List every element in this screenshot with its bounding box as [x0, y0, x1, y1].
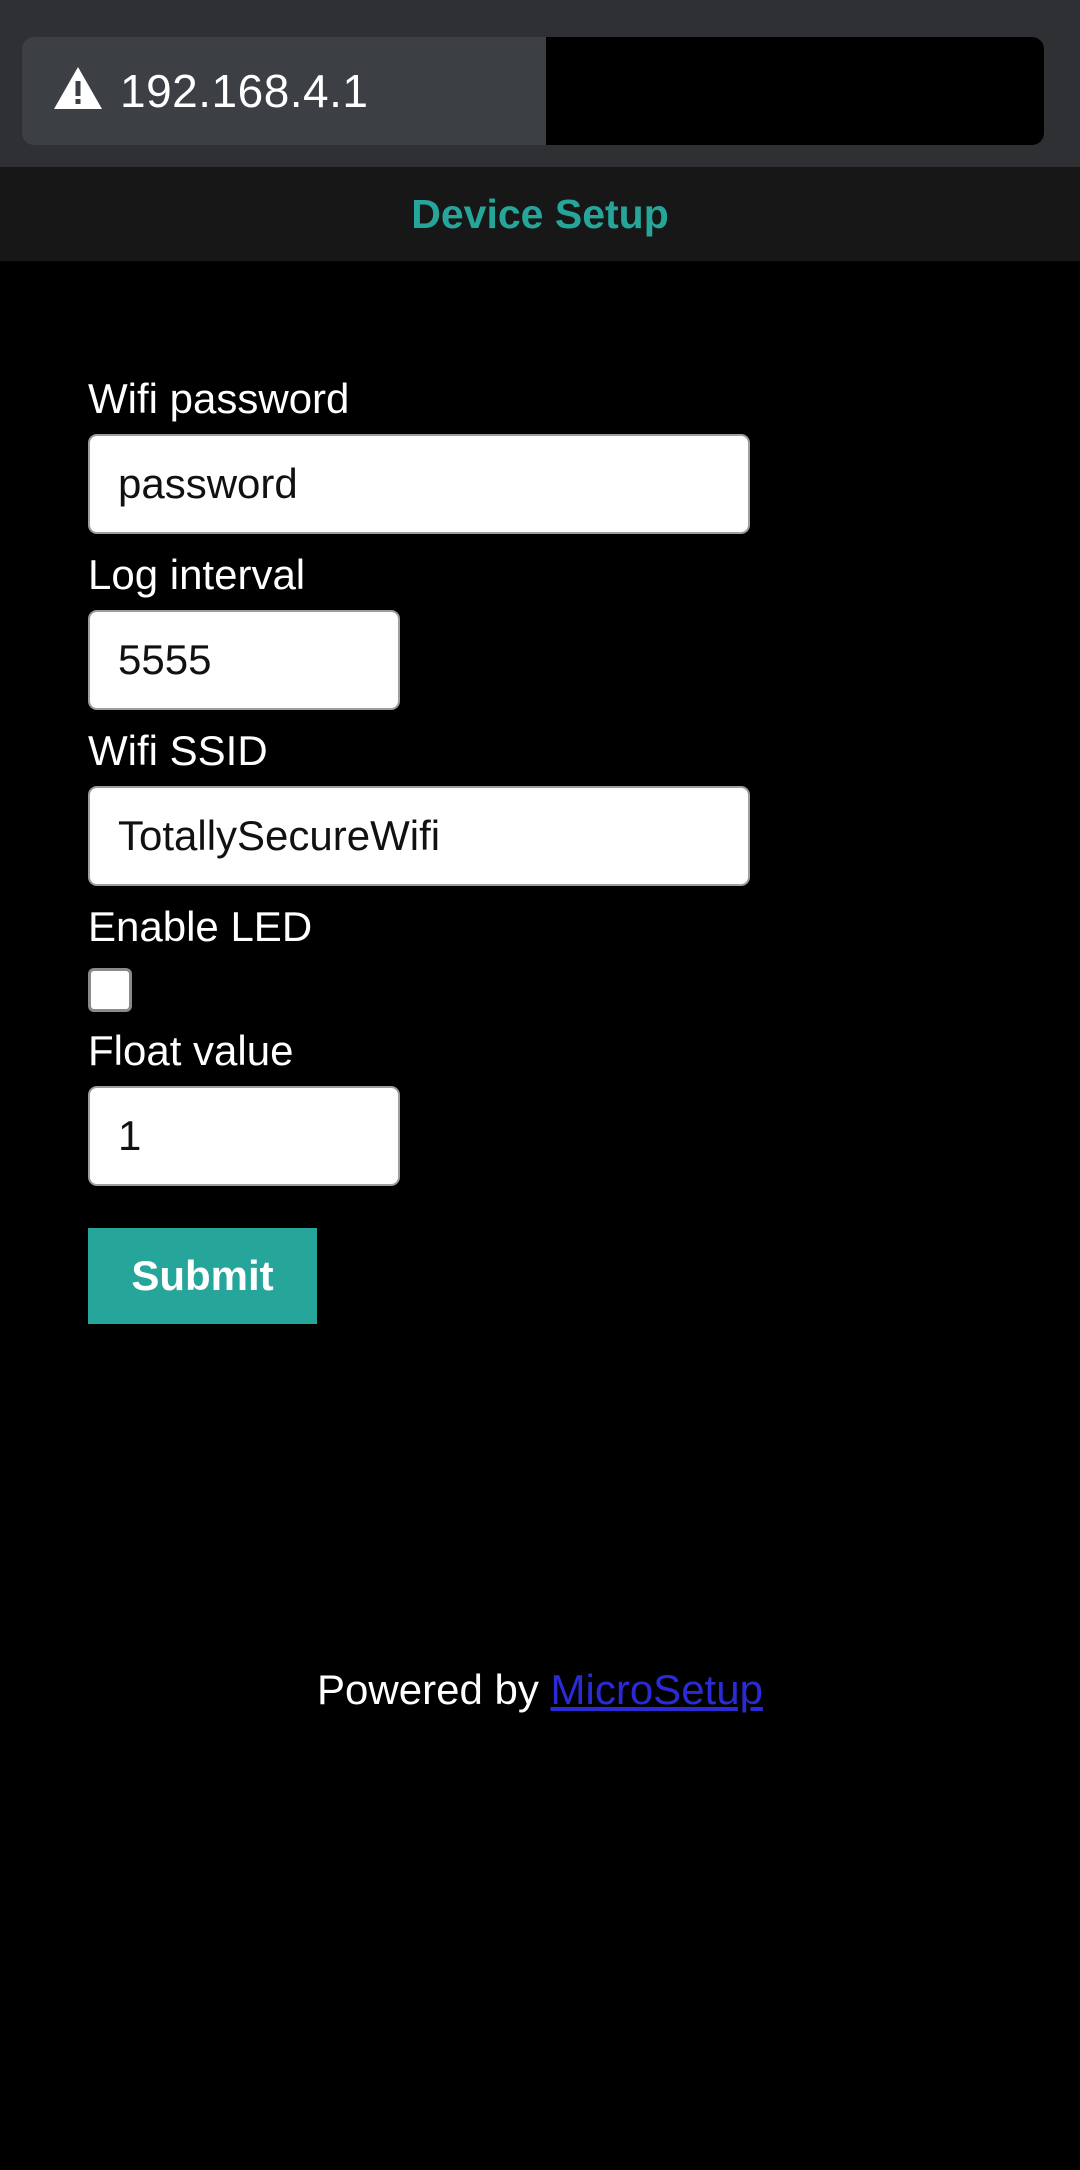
footer-powered-by: Powered by — [317, 1666, 539, 1713]
warning-triangle-icon[interactable] — [52, 65, 104, 111]
wifi-ssid-input[interactable] — [88, 786, 750, 886]
setup-form: Wifi password Log interval Wifi SSID Ena… — [88, 370, 988, 1324]
enable-led-label: Enable LED — [88, 903, 313, 950]
page-header: Device Setup — [0, 167, 1080, 261]
redacted-region — [546, 37, 1044, 145]
page-title: Device Setup — [411, 191, 669, 237]
log-interval-label: Log interval — [88, 551, 306, 598]
submit-button[interactable]: Submit — [88, 1228, 317, 1324]
wifi-password-label: Wifi password — [88, 375, 350, 422]
footer: Powered by MicroSetup — [0, 1660, 1080, 1720]
wifi-ssid-label: Wifi SSID — [88, 727, 268, 774]
float-value-input[interactable] — [88, 1086, 400, 1186]
log-interval-input[interactable] — [88, 610, 400, 710]
url-text[interactable]: 192.168.4.1 — [120, 63, 369, 119]
microsetup-link[interactable]: MicroSetup — [551, 1666, 763, 1713]
wifi-password-input[interactable] — [88, 434, 750, 534]
enable-led-checkbox[interactable] — [88, 968, 132, 1012]
float-value-label: Float value — [88, 1027, 294, 1074]
address-bar[interactable]: 192.168.4.1 — [22, 37, 1044, 145]
browser-toolbar: 192.168.4.1 — [0, 0, 1080, 167]
